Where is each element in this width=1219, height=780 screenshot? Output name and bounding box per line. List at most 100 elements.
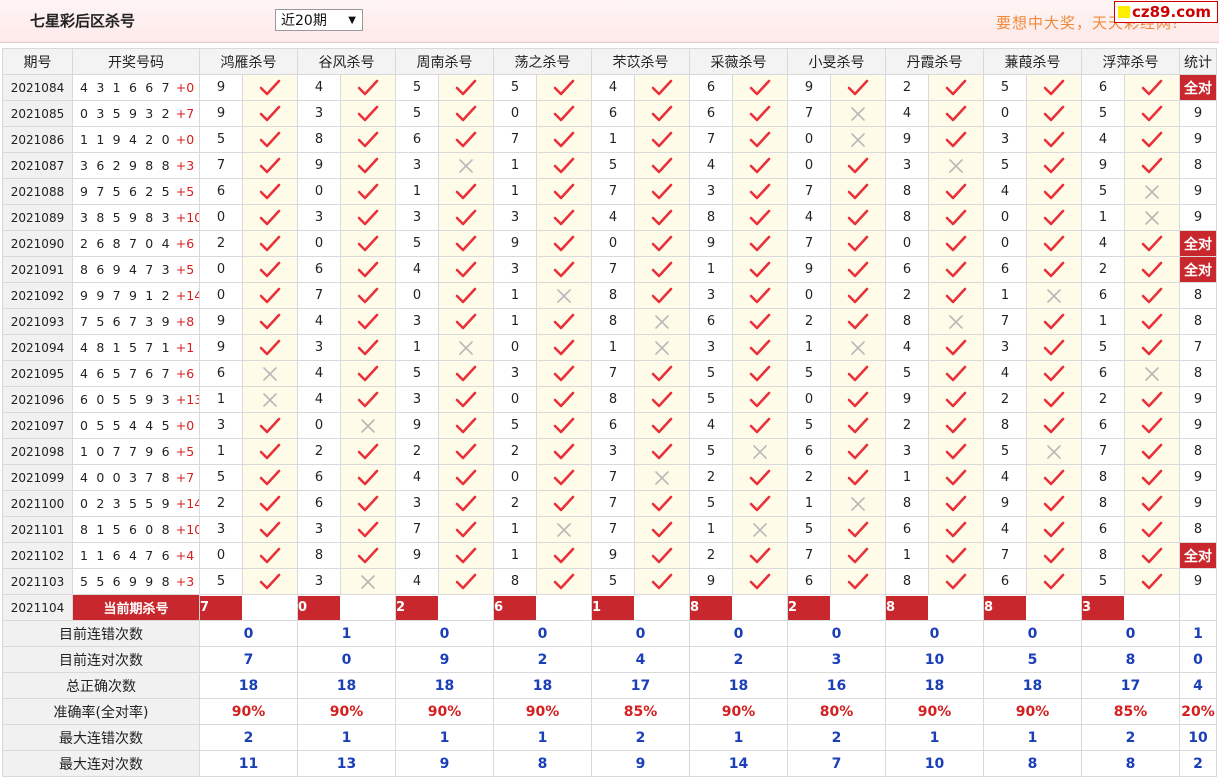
- summary-value: 9: [395, 750, 494, 777]
- kill-number-cell: 9: [297, 152, 341, 179]
- result-mark-cell: [340, 386, 396, 413]
- summary-value: 90%: [297, 698, 396, 725]
- kill-number-cell: 7: [983, 308, 1027, 335]
- kill-number-cell: 4: [983, 464, 1027, 491]
- kill-number-cell: 7: [199, 152, 243, 179]
- summary-label: 最大连错次数: [2, 724, 200, 751]
- check-icon: [847, 417, 869, 433]
- kill-number-cell: 5: [199, 568, 243, 595]
- summary-stat: 1: [1179, 620, 1217, 647]
- cross-icon: [1145, 184, 1159, 199]
- result-mark-cell: [1026, 438, 1082, 465]
- col-header-expert[interactable]: 芣苡杀号: [591, 48, 690, 75]
- kill-number-cell: 4: [983, 178, 1027, 205]
- result-mark-cell: [1124, 282, 1180, 309]
- kill-number-cell: 6: [885, 256, 929, 283]
- result-mark-cell: [634, 334, 690, 361]
- result-mark-cell: [928, 386, 984, 413]
- draw-numbers-cell: 7 5 6 7 3 9 +8: [72, 308, 200, 335]
- kill-number-cell: 0: [493, 334, 537, 361]
- result-mark-cell: [242, 516, 298, 543]
- summary-value: 0: [885, 620, 984, 647]
- result-mark-cell: [536, 438, 592, 465]
- check-icon: [455, 573, 477, 589]
- check-icon: [357, 313, 379, 329]
- kill-number-cell: 0: [493, 100, 537, 127]
- result-mark-cell: [438, 74, 494, 101]
- col-header-expert[interactable]: 丹霞杀号: [885, 48, 984, 75]
- kill-number-cell: 1: [689, 256, 733, 283]
- check-icon: [259, 469, 281, 485]
- kill-number-cell: 4: [591, 204, 635, 231]
- result-mark-cell: [340, 516, 396, 543]
- summary-value: 90%: [885, 698, 984, 725]
- back-number: +8: [171, 314, 195, 329]
- kill-number-cell: 5: [787, 412, 831, 439]
- summary-value: 80%: [787, 698, 886, 725]
- result-mark-cell: [732, 490, 788, 517]
- result-mark-cell: [830, 568, 886, 595]
- kill-number-cell: 5: [787, 516, 831, 543]
- cross-icon: [361, 574, 375, 589]
- col-header-expert[interactable]: 小旻杀号: [787, 48, 886, 75]
- kill-number-cell: 6: [297, 256, 341, 283]
- draw-numbers: 2 6 8 7 0 4: [80, 236, 172, 251]
- draw-numbers-cell: 3 6 2 9 8 8 +3: [72, 152, 200, 179]
- period-select[interactable]: 近20期 ▼: [275, 9, 363, 31]
- result-mark-cell: [634, 386, 690, 413]
- current-kill-number: 0: [298, 595, 340, 620]
- site-badge-text: cz89.com: [1132, 3, 1212, 21]
- draw-numbers: 8 6 9 4 7 3: [80, 262, 172, 277]
- period-cell: 2021089: [2, 204, 73, 231]
- draw-numbers-cell: 1 1 6 4 7 6 +4: [72, 542, 200, 569]
- check-icon: [553, 573, 575, 589]
- col-header-expert[interactable]: 谷风杀号: [297, 48, 396, 75]
- kill-number-cell: 5: [983, 438, 1027, 465]
- kill-number-cell: 8: [297, 542, 341, 569]
- col-header-expert[interactable]: 鸿雁杀号: [199, 48, 298, 75]
- col-header-expert[interactable]: 浮萍杀号: [1081, 48, 1180, 75]
- draw-numbers: 4 3 1 6 6 7: [80, 80, 172, 95]
- col-header-expert[interactable]: 采薇杀号: [689, 48, 788, 75]
- summary-row: 最大连对次数 11 13 9 8 9 14 7 10 8 8 2: [2, 750, 1217, 777]
- kill-number-cell: 8: [297, 126, 341, 153]
- kill-number-cell: 0: [493, 386, 537, 413]
- summary-stat: 10: [1179, 724, 1217, 751]
- result-mark-cell: [830, 360, 886, 387]
- col-header-expert[interactable]: 周南杀号: [395, 48, 494, 75]
- result-mark-cell: [1124, 386, 1180, 413]
- summary-value: 8: [493, 750, 592, 777]
- check-icon: [1043, 209, 1065, 225]
- period-cell: 2021101: [2, 516, 73, 543]
- result-mark-cell: [634, 360, 690, 387]
- result-mark-cell: [928, 490, 984, 517]
- summary-label: 最大连对次数: [2, 750, 200, 777]
- check-icon: [1141, 547, 1163, 563]
- cross-icon: [1145, 210, 1159, 225]
- period-cell: 2021100: [2, 490, 73, 517]
- kill-number-cell: 0: [297, 230, 341, 257]
- result-mark-cell: [1124, 412, 1180, 439]
- site-badge[interactable]: cz89.com: [1114, 1, 1218, 23]
- kill-number-cell: 0: [199, 282, 243, 309]
- check-icon: [1043, 105, 1065, 121]
- summary-label: 准确率(全对率): [2, 698, 200, 725]
- kill-number-cell: 5: [689, 490, 733, 517]
- summary-value: 1: [885, 724, 984, 751]
- check-icon: [749, 235, 771, 251]
- kill-number-cell: 8: [1081, 542, 1125, 569]
- check-icon: [259, 339, 281, 355]
- check-icon: [259, 261, 281, 277]
- check-icon: [749, 209, 771, 225]
- result-mark-cell: [1124, 490, 1180, 517]
- col-header-expert[interactable]: 蒹葭杀号: [983, 48, 1082, 75]
- result-mark-cell: [830, 152, 886, 179]
- result-mark-cell: [536, 464, 592, 491]
- summary-value: 1: [983, 724, 1082, 751]
- summary-value: 1: [297, 620, 396, 647]
- result-mark-cell: [732, 568, 788, 595]
- kill-number-cell: 1: [591, 334, 635, 361]
- col-header-expert[interactable]: 荡之杀号: [493, 48, 592, 75]
- result-mark-cell: [536, 542, 592, 569]
- summary-value: 0: [199, 620, 298, 647]
